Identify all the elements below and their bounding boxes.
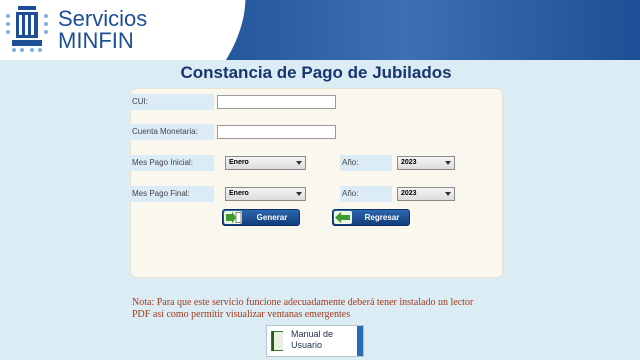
regresar-label: Regresar	[364, 213, 400, 222]
cuenta-monetaria-label: Cuenta Monetaria:	[130, 124, 214, 140]
mes-pago-inicial-value: Enero	[229, 159, 249, 166]
mes-pago-final-label: Mes Pago Final:	[130, 186, 214, 202]
regresar-button[interactable]: Regresar	[332, 209, 410, 226]
brand-line1: Servicios	[58, 6, 148, 31]
cui-input[interactable]	[217, 95, 336, 109]
pdf-note-line1: Nota: Para que este servicio funcione ad…	[132, 297, 474, 308]
pdf-note: Nota: Para que este servicio funcione ad…	[132, 297, 512, 321]
manual-label-line2: Usuario	[291, 340, 323, 350]
export-document-icon	[224, 211, 242, 224]
anio-inicial-label: Año:	[340, 155, 392, 171]
site-header: Servicios MINFIN	[0, 0, 640, 60]
mes-pago-inicial-label: Mes Pago Inicial:	[130, 155, 214, 171]
pdf-note-line2: PDF así como permitir visualizar ventana…	[132, 309, 351, 320]
mes-pago-final-value: Enero	[229, 190, 249, 197]
cui-label: CUI:	[130, 94, 214, 110]
mes-pago-final-select[interactable]: Enero	[225, 187, 306, 201]
chevron-down-icon	[445, 161, 451, 165]
page-title: Constancia de Pago de Jubilados	[180, 63, 452, 82]
form-panel	[130, 88, 503, 278]
manual-usuario-link[interactable]: Manual de Usuario	[266, 325, 364, 357]
mes-pago-inicial-select[interactable]: Enero	[225, 156, 306, 170]
anio-inicial-value: 2023	[401, 159, 417, 166]
chevron-down-icon	[445, 192, 451, 196]
anio-final-label: Año:	[340, 186, 392, 202]
manual-side-bar	[357, 326, 363, 356]
minfin-logo-icon[interactable]	[4, 4, 50, 54]
generar-label: Generar	[256, 213, 288, 222]
back-arrow-icon	[334, 211, 352, 224]
chevron-down-icon	[296, 192, 302, 196]
brand-line2: MINFIN	[58, 28, 134, 53]
anio-final-select[interactable]: 2023	[397, 187, 455, 201]
cuenta-monetaria-input[interactable]	[217, 125, 336, 139]
generar-button[interactable]: Generar	[222, 209, 300, 226]
manual-label: Manual de Usuario	[291, 329, 333, 351]
chevron-down-icon	[296, 161, 302, 165]
book-icon	[271, 331, 283, 351]
anio-final-value: 2023	[401, 190, 417, 197]
brand-name: Servicios MINFIN	[58, 8, 147, 52]
manual-label-line1: Manual de	[291, 329, 334, 339]
anio-inicial-select[interactable]: 2023	[397, 156, 455, 170]
